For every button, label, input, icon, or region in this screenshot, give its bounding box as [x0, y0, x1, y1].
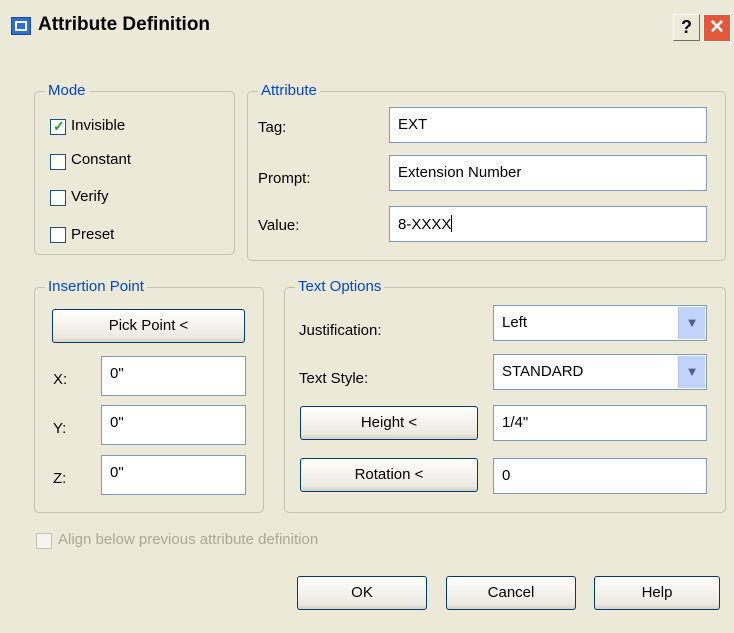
checkmark-icon: ✓: [53, 118, 65, 134]
rotation-button[interactable]: Rotation <: [300, 458, 478, 492]
value-input[interactable]: 8-XXXX: [389, 206, 707, 242]
ok-button[interactable]: OK: [297, 576, 427, 610]
preset-label[interactable]: Preset: [71, 226, 114, 243]
y-label: Y:: [53, 420, 67, 437]
attribute-legend: Attribute: [258, 82, 320, 99]
close-button[interactable]: ✕: [703, 14, 731, 42]
verify-checkbox[interactable]: [50, 190, 66, 206]
chevron-down-icon[interactable]: ▼: [678, 356, 705, 388]
justification-select[interactable]: Left ▼: [493, 305, 707, 341]
text-style-label: Text Style:: [299, 370, 369, 387]
window-title: Attribute Definition: [38, 14, 211, 35]
z-label: Z:: [53, 470, 67, 487]
mode-legend: Mode: [45, 82, 89, 99]
title-bar: Attribute Definition ? ✕: [0, 0, 734, 52]
text-options-legend: Text Options: [295, 278, 385, 295]
help-button[interactable]: Help: [594, 576, 720, 610]
text-style-value: STANDARD: [502, 363, 584, 380]
constant-label[interactable]: Constant: [71, 151, 131, 168]
cancel-button[interactable]: Cancel: [446, 576, 576, 610]
justification-value: Left: [502, 314, 528, 331]
prompt-input[interactable]: Extension Number: [389, 155, 707, 191]
verify-label[interactable]: Verify: [71, 188, 109, 205]
tag-input[interactable]: EXT: [389, 107, 707, 143]
justification-label: Justification:: [299, 322, 382, 339]
invisible-label[interactable]: Invisible: [71, 117, 125, 134]
z-input[interactable]: 0": [101, 455, 246, 495]
rotation-input[interactable]: 0: [493, 458, 707, 494]
x-label: X:: [53, 371, 68, 388]
value-label: Value:: [258, 217, 300, 234]
text-caret: [451, 215, 453, 232]
text-style-select[interactable]: STANDARD ▼: [493, 354, 707, 390]
align-below-label: Align below previous attribute definitio…: [58, 531, 319, 548]
height-button[interactable]: Height <: [300, 406, 478, 440]
chevron-down-icon[interactable]: ▼: [678, 307, 705, 339]
app-icon: [11, 17, 31, 35]
y-input[interactable]: 0": [101, 405, 246, 445]
x-input[interactable]: 0": [101, 356, 246, 396]
pick-point-button[interactable]: Pick Point <: [52, 309, 245, 343]
value-text: 8-XXXX: [398, 216, 452, 233]
invisible-checkbox[interactable]: ✓: [50, 118, 66, 135]
title-help-button[interactable]: ?: [673, 14, 700, 41]
preset-checkbox[interactable]: [50, 227, 66, 243]
close-icon: ✕: [709, 17, 725, 38]
align-below-checkbox: [36, 533, 52, 549]
constant-checkbox[interactable]: [50, 154, 66, 170]
insertion-point-legend: Insertion Point: [45, 278, 147, 295]
height-input[interactable]: 1/4": [493, 405, 707, 441]
tag-label: Tag:: [258, 119, 287, 136]
prompt-label: Prompt:: [258, 170, 311, 187]
